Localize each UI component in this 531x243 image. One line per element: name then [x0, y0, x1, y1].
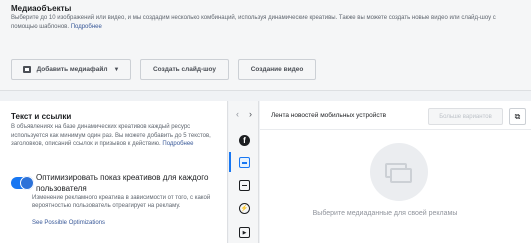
see-optimizations-link[interactable]: See Possible Optimizations [32, 220, 105, 226]
create-video-button[interactable]: Создание видео [238, 59, 316, 80]
media-description: Выберите до 10 изображений или видео, и … [11, 14, 516, 32]
optimize-label: Оптимизировать показ креативов для каждо… [36, 173, 209, 193]
media-title: Медиаобъекты [11, 4, 72, 13]
stories-icon[interactable] [239, 180, 250, 191]
text-links-description: В объявлениях на базе динамических креат… [11, 123, 217, 149]
more-variants-button[interactable]: Больше вариантов [428, 108, 503, 125]
mobile-feed-icon[interactable] [239, 157, 250, 168]
text-links-more-link[interactable]: Подробнее [162, 141, 193, 147]
add-media-button[interactable]: Добавить медиафайл ▼ [11, 59, 131, 80]
media-more-link[interactable]: Подробнее [71, 24, 102, 30]
create-slideshow-button[interactable]: Создать слайд-шоу [140, 59, 229, 80]
add-media-label: Добавить медиафайл [36, 66, 108, 73]
video-feed-icon[interactable]: ▶ [239, 227, 250, 238]
caret-down-icon: ▼ [113, 66, 120, 73]
optimize-toggle[interactable] [11, 176, 34, 190]
open-external-icon[interactable]: ⧉ [509, 108, 526, 125]
chevron-right-icon[interactable]: › [249, 109, 252, 119]
placement-rail [229, 101, 259, 243]
optimize-description: Изменение рекламного креатива в зависимо… [32, 195, 211, 209]
selected-indicator [229, 152, 231, 172]
empty-preview-hint: Выберите медиаданные для своей рекламы [312, 210, 458, 217]
media-assets-card: Медиаобъекты Выберите до 10 изображений … [0, 0, 531, 91]
chevron-left-icon[interactable]: ‹ [236, 109, 239, 119]
placement-title: Лента новостей мобильных устройств [271, 112, 387, 119]
placeholder-image-icon [385, 163, 413, 183]
text-links-title: Текст и ссылки [11, 112, 72, 121]
image-icon [22, 66, 31, 73]
facebook-icon[interactable]: f [239, 135, 250, 146]
instant-articles-icon[interactable]: ⚡ [239, 203, 250, 214]
preview-divider [260, 129, 531, 130]
